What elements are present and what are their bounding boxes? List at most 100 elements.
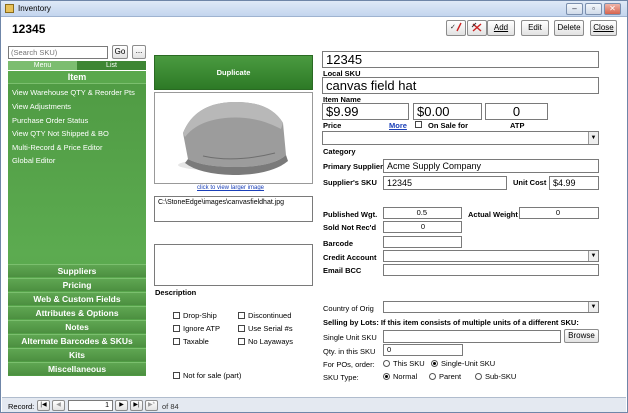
search-options-button[interactable]: ...: [132, 45, 146, 59]
description-field[interactable]: [154, 244, 313, 286]
price-field[interactable]: $9.99: [322, 103, 409, 120]
sold-not-recd-label: Sold Not Rec'd: [323, 223, 377, 232]
sidebar-section-kits[interactable]: Kits: [8, 348, 146, 361]
ignore-atp-checkbox[interactable]: [173, 325, 180, 332]
taxable-checkbox[interactable]: [173, 338, 180, 345]
tab-menu-label: Menu: [33, 62, 52, 69]
browse-button[interactable]: Browse: [564, 329, 599, 343]
email-bcc-field[interactable]: [383, 264, 599, 276]
local-sku-field[interactable]: 12345: [322, 51, 599, 68]
close-button[interactable]: Close: [590, 20, 617, 36]
search-sku-input[interactable]: [8, 46, 108, 59]
title-bar: Inventory – ▫ ✕: [1, 1, 627, 17]
primary-supplier-label: Primary Supplier: [323, 162, 384, 171]
primary-supplier-field[interactable]: Acme Supply Company: [383, 159, 599, 173]
sidebar-link-not-shipped[interactable]: View QTY Not Shipped & BO: [12, 129, 109, 138]
undo-icon[interactable]: [467, 20, 487, 36]
sidebar-link-price-editor[interactable]: Multi-Record & Price Editor: [12, 143, 102, 152]
sidebar-section-web-custom[interactable]: Web & Custom Fields: [8, 292, 146, 305]
sku-type-label: SKU Type:: [323, 373, 359, 382]
last-record-button[interactable]: ▶|: [130, 400, 143, 411]
sku-type-parent-radio[interactable]: [429, 373, 436, 380]
current-record-field[interactable]: 1: [68, 400, 113, 411]
view-larger-image-link[interactable]: click to view larger image: [197, 185, 264, 191]
add-button[interactable]: Add: [487, 20, 515, 36]
restore-button[interactable]: ▫: [585, 3, 602, 15]
country-chevron-down-icon[interactable]: ▼: [588, 302, 598, 312]
next-record-button[interactable]: ▶: [115, 400, 128, 411]
qty-in-sku-field[interactable]: 0: [383, 344, 463, 356]
discontinued-label: Discontinued: [248, 311, 292, 320]
sidebar-link-warehouse-qty[interactable]: View Warehouse QTY & Reorder Pts: [12, 88, 135, 97]
previous-record-button[interactable]: ◀: [52, 400, 65, 411]
record-count: of 84: [162, 402, 179, 411]
sidebar-section-alternate-barcodes[interactable]: Alternate Barcodes & SKUs: [8, 334, 146, 347]
country-select[interactable]: ▼: [383, 301, 599, 313]
discontinued-checkbox[interactable]: [238, 312, 245, 319]
category-select[interactable]: ▼: [322, 131, 599, 145]
on-sale-checkbox[interactable]: [415, 121, 422, 128]
use-serial-checkbox[interactable]: [238, 325, 245, 332]
no-layaways-checkbox[interactable]: [238, 338, 245, 345]
no-layaways-label: No Layaways: [248, 337, 294, 346]
tab-menu[interactable]: Menu: [8, 61, 77, 70]
published-wgt-field[interactable]: 0.5: [383, 207, 462, 219]
published-wgt-label: Published Wgt.: [323, 210, 378, 219]
more-link[interactable]: More: [389, 121, 407, 130]
item-name-field[interactable]: canvas field hat: [322, 77, 599, 94]
sku-type-sub-radio[interactable]: [475, 373, 482, 380]
sidebar-link-global-editor[interactable]: Global Editor: [12, 156, 55, 165]
sku-type-sub-label: Sub-SKU: [485, 372, 517, 381]
record-label: Record:: [8, 402, 35, 411]
po-this-sku-radio[interactable]: [383, 360, 390, 367]
supplier-sku-field[interactable]: 12345: [383, 176, 507, 190]
app-icon: [5, 4, 14, 13]
credit-account-select[interactable]: ▼: [383, 250, 599, 262]
image-path-field[interactable]: C:\StoneEdge\images\canvasfieldhat.jpg: [154, 196, 313, 222]
delete-button[interactable]: Delete: [554, 20, 584, 36]
ignore-atp-label: Ignore ATP: [183, 324, 220, 333]
barcode-field[interactable]: [383, 236, 462, 248]
first-record-button[interactable]: |◀: [37, 400, 50, 411]
not-for-sale-label: Not for sale (part): [183, 371, 242, 380]
sidebar-section-suppliers[interactable]: Suppliers: [8, 264, 146, 277]
tab-list[interactable]: List: [77, 61, 146, 70]
on-sale-label: On Sale for: [428, 121, 469, 130]
unit-cost-label: Unit Cost: [513, 178, 547, 187]
country-label: Country of Orig: [323, 304, 374, 313]
category-label: Category: [323, 147, 356, 156]
sidebar-section-pricing[interactable]: Pricing: [8, 278, 146, 291]
sidebar-section-miscellaneous[interactable]: Miscellaneous: [8, 362, 146, 375]
credit-account-label: Credit Account: [323, 253, 377, 262]
sidebar-link-po-status[interactable]: Purchase Order Status: [12, 116, 88, 125]
go-button[interactable]: Go: [112, 45, 128, 59]
duplicate-button[interactable]: Duplicate: [154, 55, 313, 90]
unit-cost-field[interactable]: $4.99: [549, 176, 599, 190]
po-this-sku-label: This SKU: [393, 359, 425, 368]
spellcheck-icon[interactable]: ✓: [446, 20, 466, 36]
atp-label: ATP: [510, 121, 525, 130]
sku-type-normal-label: Normal: [393, 372, 418, 381]
actual-weight-field[interactable]: 0: [519, 207, 599, 219]
sale-price-field[interactable]: $0.00: [413, 103, 482, 120]
po-single-unit-radio[interactable]: [431, 360, 438, 367]
close-window-button[interactable]: ✕: [604, 3, 621, 15]
sku-type-normal-radio[interactable]: [383, 373, 390, 380]
single-unit-sku-field[interactable]: [383, 330, 561, 343]
not-for-sale-checkbox[interactable]: [173, 372, 180, 379]
edit-button[interactable]: Edit: [521, 20, 549, 36]
hat-image-icon: [178, 101, 288, 175]
product-image[interactable]: [154, 92, 313, 184]
qty-in-sku-label: Qty. in this SKU: [323, 347, 376, 356]
new-record-button[interactable]: ▶*: [145, 400, 158, 411]
credit-chevron-down-icon[interactable]: ▼: [588, 251, 598, 261]
window-title: Inventory: [18, 4, 51, 13]
sidebar-section-notes[interactable]: Notes: [8, 320, 146, 333]
sidebar-item-header: Item: [8, 71, 146, 84]
sidebar-link-adjustments[interactable]: View Adjustments: [12, 102, 71, 111]
minimize-button[interactable]: –: [566, 3, 583, 15]
sidebar-section-attributes[interactable]: Attributes & Options: [8, 306, 146, 319]
drop-ship-checkbox[interactable]: [173, 312, 180, 319]
chevron-down-icon[interactable]: ▼: [588, 132, 598, 144]
for-pos-label: For POs, order:: [323, 360, 375, 369]
